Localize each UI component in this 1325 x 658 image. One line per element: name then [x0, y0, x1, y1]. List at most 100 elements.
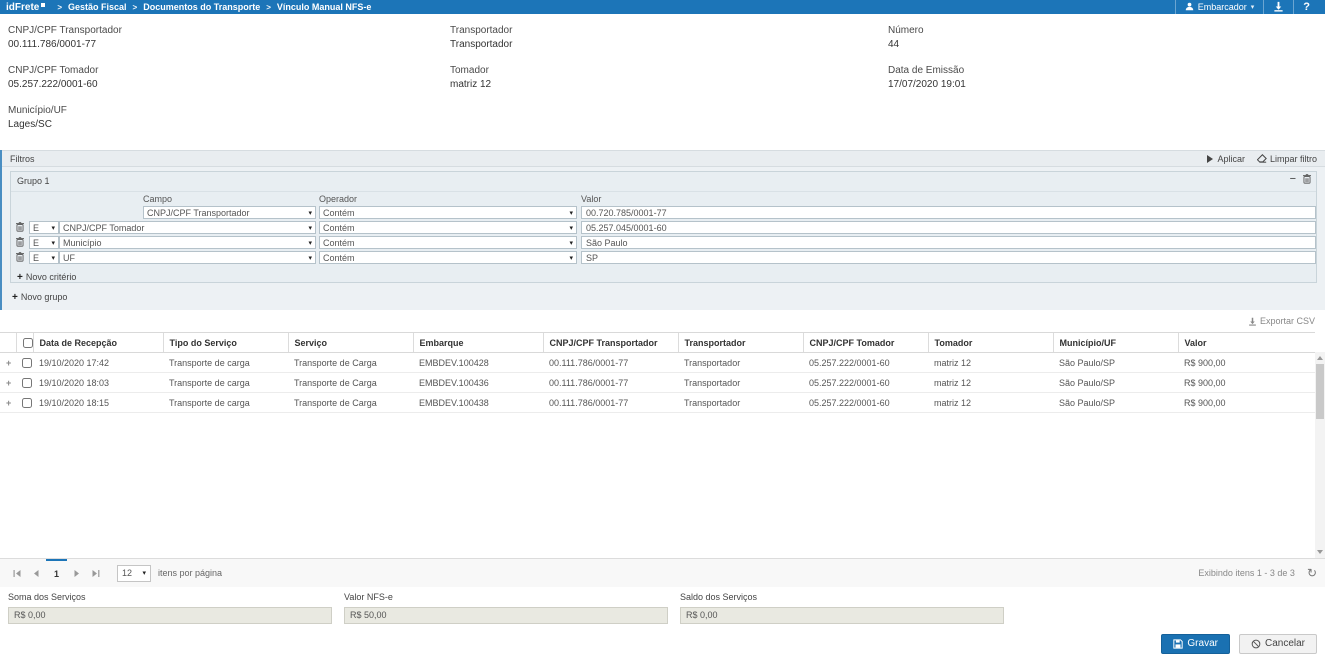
new-criterion-button[interactable]: + Novo critério [17, 272, 1316, 282]
field-select[interactable]: CNPJ/CPF Transportador▾ [143, 206, 316, 219]
field-select[interactable]: UF▾ [59, 251, 316, 264]
soma-servicos-value [8, 607, 332, 624]
expand-row-button[interactable]: + [0, 393, 16, 413]
plus-icon: + [17, 273, 23, 282]
scrollbar-thumb[interactable] [1316, 364, 1324, 419]
export-csv-button[interactable]: Exportar CSV [0, 310, 1325, 332]
arrow-left-icon [32, 569, 41, 578]
first-page-button[interactable] [8, 559, 27, 587]
column-header-tomador[interactable]: Tomador [928, 333, 1053, 353]
row-select-cell [16, 393, 33, 413]
collapse-group-button[interactable]: − [1290, 174, 1296, 184]
delete-group-button[interactable] [1303, 174, 1311, 184]
vertical-scrollbar[interactable] [1315, 352, 1325, 558]
new-group-button[interactable]: + Novo grupo [12, 292, 1317, 302]
cell-cnpj-transportador: 00.111.786/0001-77 [543, 373, 678, 393]
breadcrumb-item-documentos-transporte[interactable]: Documentos do Transporte [143, 2, 260, 12]
help-button[interactable]: ? [1293, 0, 1319, 14]
cancel-button[interactable]: Cancelar [1239, 634, 1317, 654]
previous-page-button[interactable] [27, 559, 46, 587]
logic-operator-select[interactable]: E▾ [29, 221, 59, 234]
chevron-down-icon: ▾ [308, 209, 312, 217]
last-page-button[interactable] [86, 559, 105, 587]
apply-filter-button[interactable]: Aplicar [1206, 154, 1245, 164]
minus-icon: − [1290, 174, 1296, 184]
save-button[interactable]: Gravar [1161, 634, 1230, 654]
breadcrumb-item-gestao-fiscal[interactable]: Gestão Fiscal [68, 2, 127, 12]
filters-section: Filtros Aplicar Limpar filtro Grupo 1 − [0, 150, 1325, 310]
chevron-down-icon: ▾ [51, 254, 55, 262]
column-header-tipo-servico[interactable]: Tipo do Serviço [163, 333, 288, 353]
column-header-data-recepcao[interactable]: Data de Recepção [33, 333, 163, 353]
field-select[interactable]: Município▾ [59, 236, 316, 249]
trash-icon [16, 252, 24, 262]
column-header-transportador[interactable]: Transportador [678, 333, 803, 353]
logo-square-icon [41, 3, 45, 7]
field-label: Transportador [450, 24, 888, 37]
chevron-down-icon: ▾ [1251, 3, 1255, 11]
expand-row-button[interactable]: + [0, 353, 16, 373]
row-checkbox[interactable] [22, 398, 32, 408]
clear-filter-button[interactable]: Limpar filtro [1257, 154, 1317, 164]
scroll-up-arrow-icon[interactable] [1317, 356, 1323, 360]
delete-criterion-button[interactable] [16, 252, 24, 262]
user-menu[interactable]: Embarcador ▾ [1175, 0, 1264, 14]
filter-value-input[interactable] [581, 236, 1316, 249]
scroll-down-arrow-icon[interactable] [1317, 550, 1323, 554]
next-page-button[interactable] [67, 559, 86, 587]
column-header-cnpj-transportador[interactable]: CNPJ/CPF Transportador [543, 333, 678, 353]
breadcrumb-item-vinculo-manual-nfse[interactable]: Vínculo Manual NFS-e [277, 2, 372, 12]
column-header-cnpj-tomador[interactable]: CNPJ/CPF Tomador [803, 333, 928, 353]
cell-servico: Transporte de Carga [288, 393, 413, 413]
cell-cnpj-tomador: 05.257.222/0001-60 [803, 393, 928, 413]
top-navigation-bar: idFrete > Gestão Fiscal > Documentos do … [0, 0, 1325, 14]
field-label: Valor NFS-e [344, 592, 668, 602]
filter-value-input[interactable] [581, 206, 1316, 219]
row-checkbox[interactable] [22, 358, 32, 368]
valor-column-label: Valor [581, 194, 601, 204]
column-header-valor[interactable]: Valor [1178, 333, 1315, 353]
cell-tomador: matriz 12 [928, 353, 1053, 373]
filters-body: Grupo 1 − Campo Operador Valor CNPJ/CPF … [2, 167, 1325, 310]
operator-select[interactable]: Contém▾ [319, 236, 577, 249]
column-header-servico[interactable]: Serviço [288, 333, 413, 353]
select-all-header [16, 333, 33, 353]
page-size-select[interactable]: 12 ▾ [117, 565, 151, 582]
filter-value-input[interactable] [581, 251, 1316, 264]
operator-select[interactable]: Contém▾ [319, 221, 577, 234]
chevron-down-icon: ▾ [308, 239, 312, 247]
field-value: Transportador [450, 38, 888, 51]
info-field-numero: Número 44 [888, 24, 1317, 51]
cell-transportador: Transportador [678, 373, 803, 393]
field-select[interactable]: CNPJ/CPF Tomador▾ [59, 221, 316, 234]
select-all-checkbox[interactable] [23, 338, 33, 348]
logic-operator-select[interactable]: E▾ [29, 251, 59, 264]
operator-select[interactable]: Contém▾ [319, 206, 577, 219]
trash-icon [1303, 174, 1311, 184]
refresh-button[interactable]: ↻ [1307, 567, 1317, 579]
expand-row-button[interactable]: + [0, 373, 16, 393]
cell-servico: Transporte de Carga [288, 373, 413, 393]
operator-select[interactable]: Contém▾ [319, 251, 577, 264]
cell-cnpj-tomador: 05.257.222/0001-60 [803, 353, 928, 373]
download-button[interactable] [1263, 0, 1293, 14]
logic-operator-select[interactable]: E▾ [29, 236, 59, 249]
cell-data-recepcao: 19/10/2020 17:42 [33, 353, 163, 373]
row-checkbox[interactable] [22, 378, 32, 388]
operador-column-label: Operador [319, 194, 357, 204]
app-logo[interactable]: idFrete [6, 2, 45, 13]
cell-servico: Transporte de Carga [288, 353, 413, 373]
cell-transportador: Transportador [678, 353, 803, 373]
column-header-municipio-uf[interactable]: Município/UF [1053, 333, 1178, 353]
column-header-embarque[interactable]: Embarque [413, 333, 543, 353]
data-grid: Data de Recepção Tipo do Serviço Serviço… [0, 332, 1325, 558]
chevron-down-icon: ▾ [51, 239, 55, 247]
delete-criterion-button[interactable] [16, 222, 24, 232]
arrow-right-icon [72, 569, 81, 578]
delete-criterion-button[interactable] [16, 237, 24, 247]
chevron-down-icon: ▾ [143, 569, 147, 577]
filter-value-input[interactable] [581, 221, 1316, 234]
current-page-button[interactable]: 1 [46, 559, 67, 587]
field-label: Número [888, 24, 1317, 37]
filters-title: Filtros [10, 154, 35, 164]
